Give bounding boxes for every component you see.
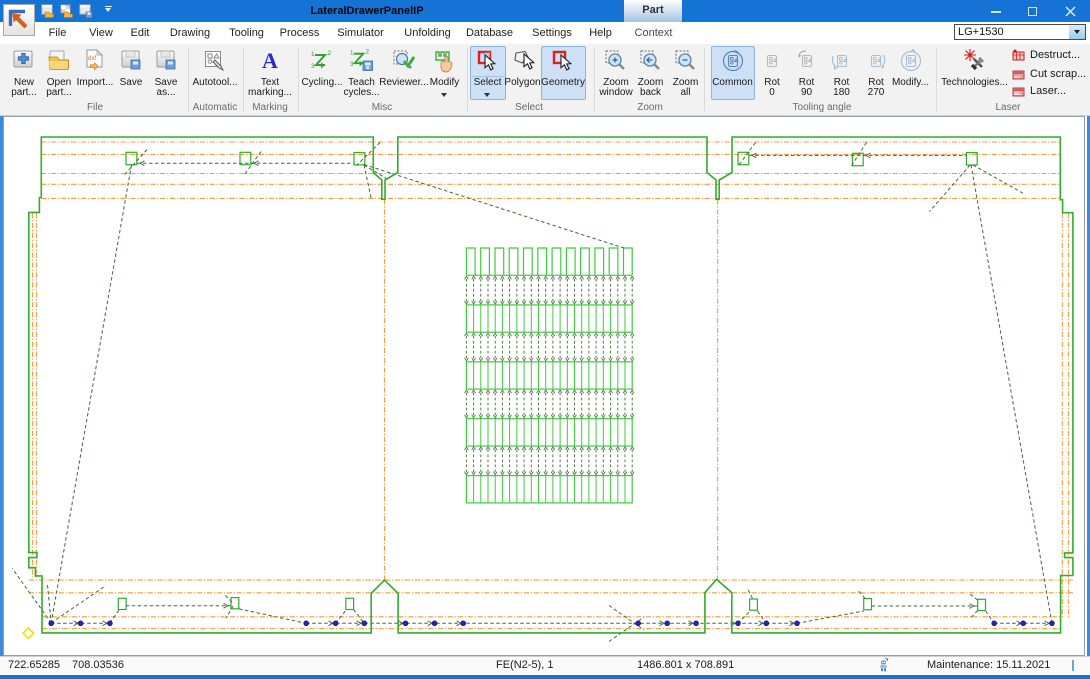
- svg-text:3: 3: [349, 61, 353, 68]
- svg-text:1: 1: [311, 51, 315, 58]
- svg-text:3: 3: [311, 63, 315, 70]
- svg-text:2: 2: [365, 49, 369, 56]
- svg-text:1: 1: [349, 50, 353, 57]
- svg-text:dxf: dxf: [88, 56, 96, 62]
- svg-text:A: A: [262, 48, 278, 73]
- svg-text:2: 2: [328, 50, 332, 57]
